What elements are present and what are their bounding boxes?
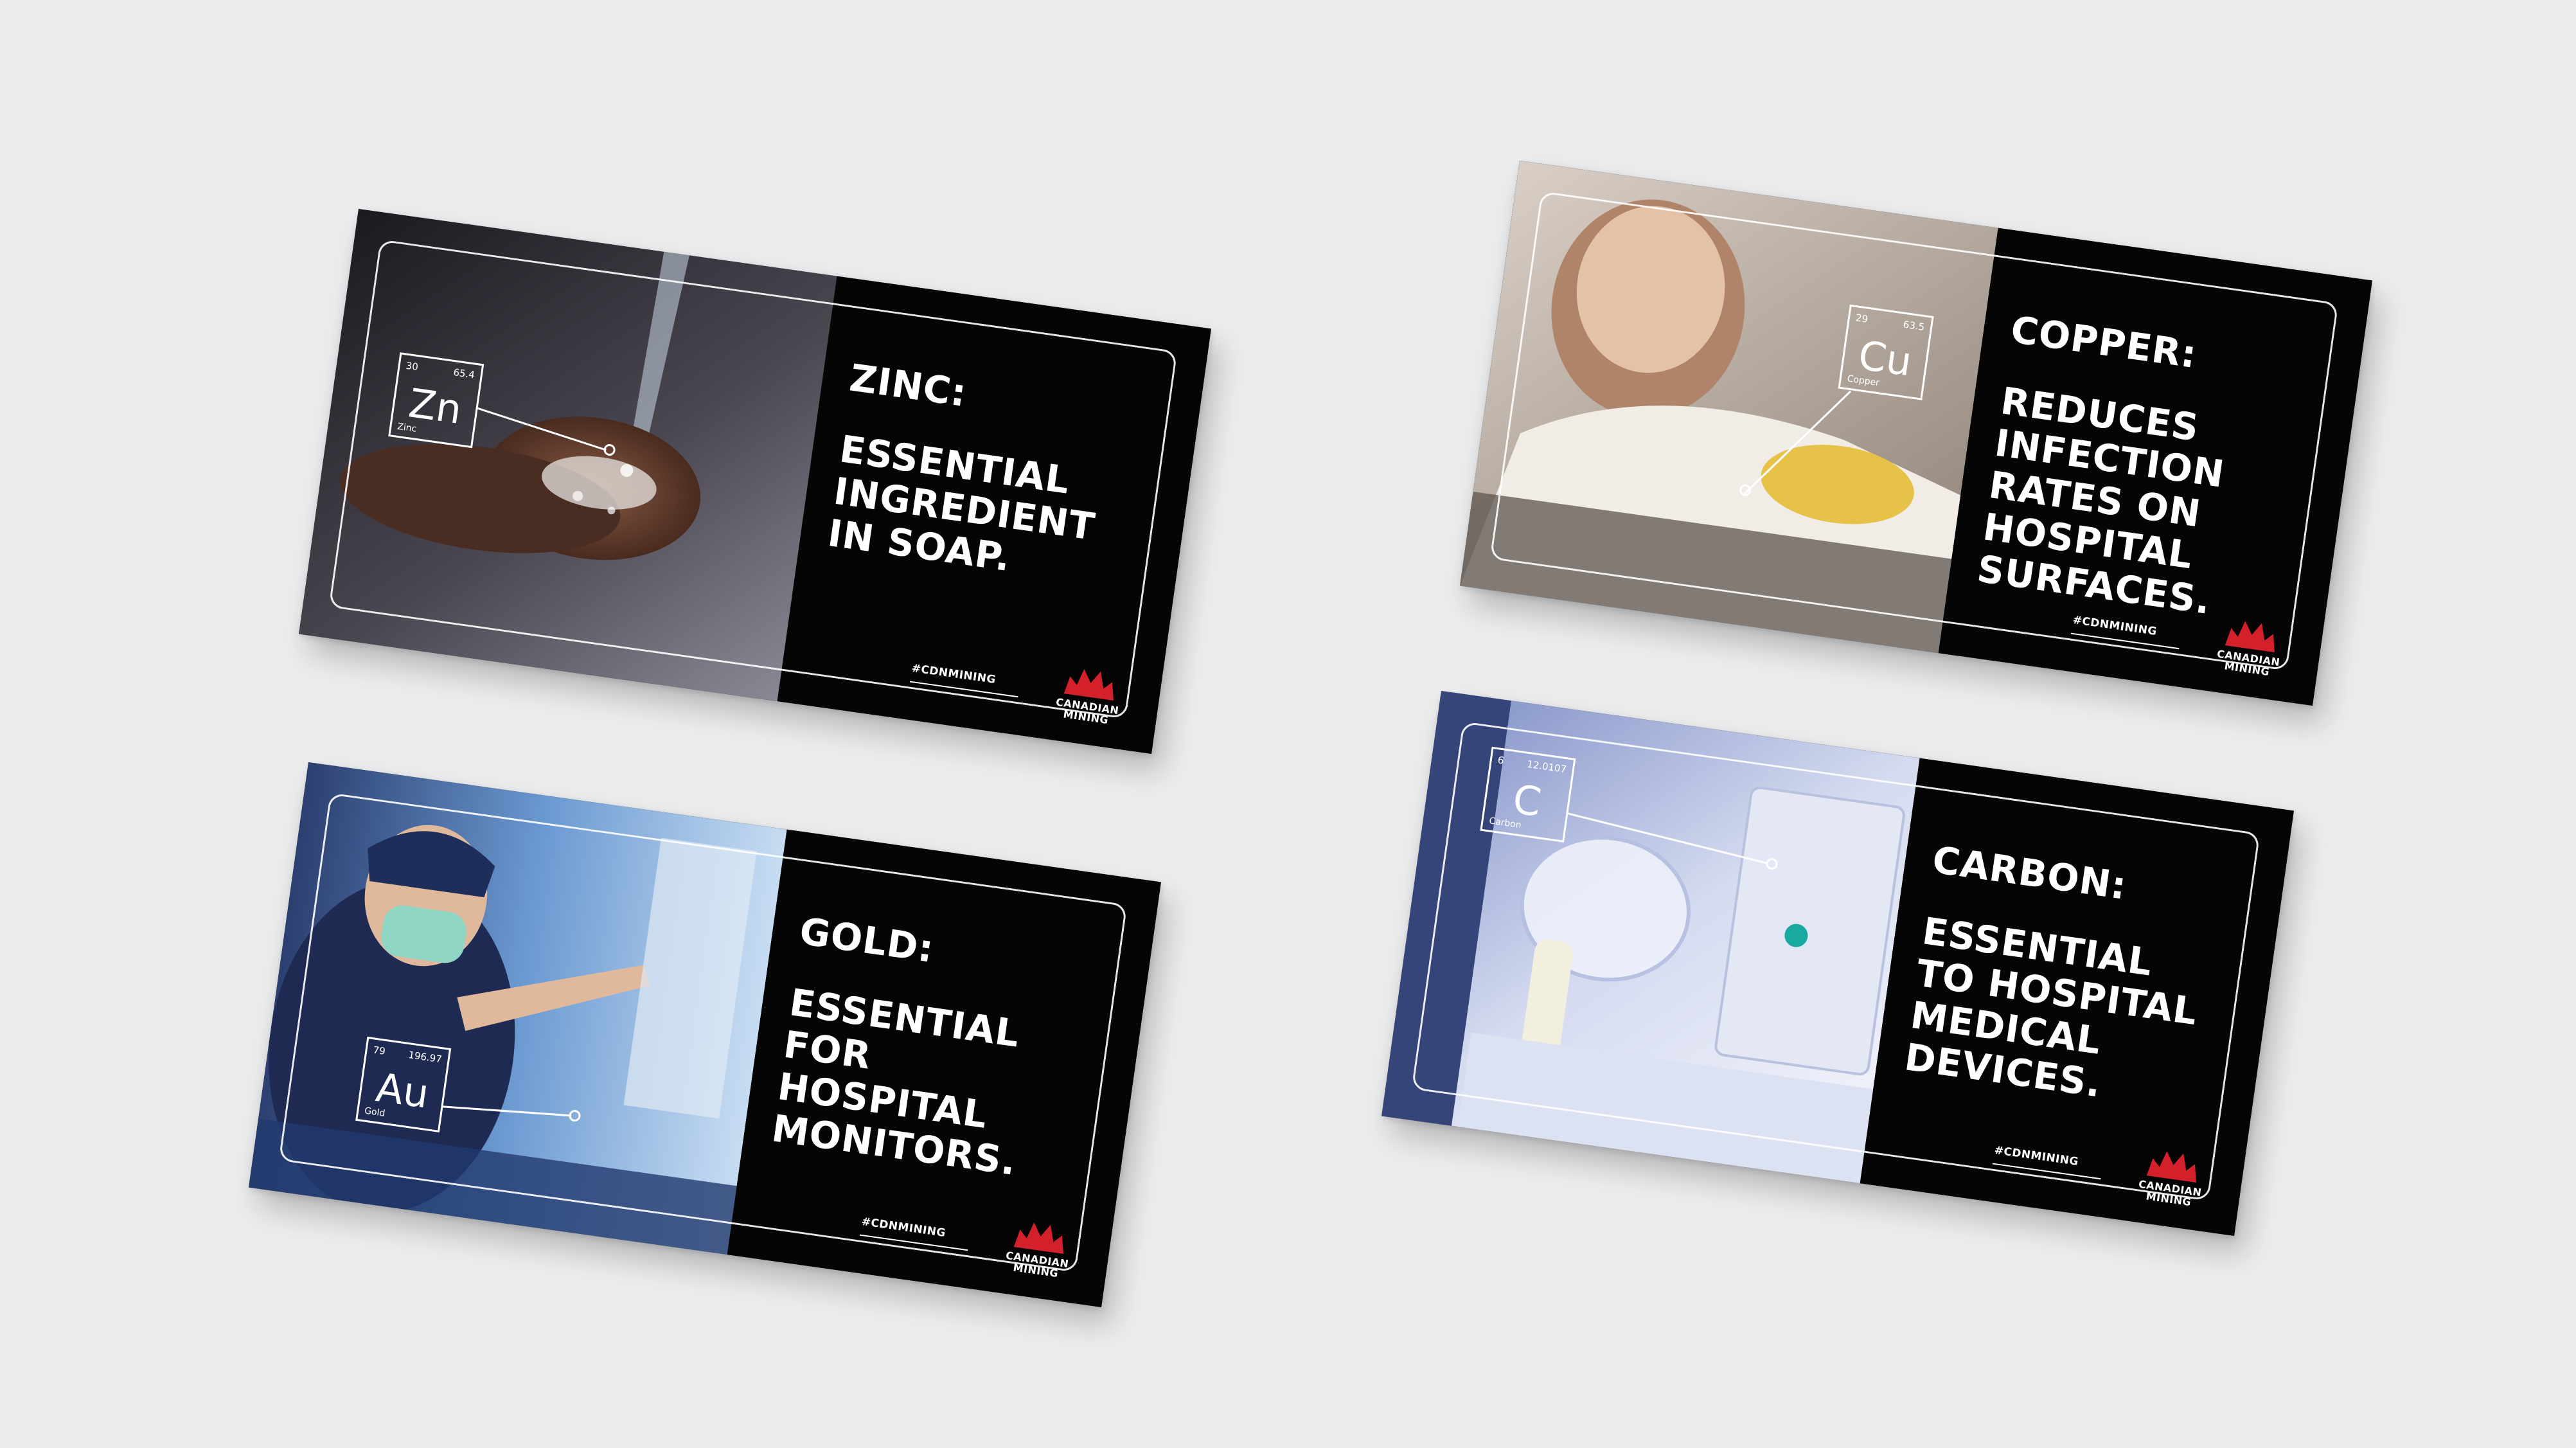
text-panel: CARBON: ESSENTIAL TO HOSPITAL MEDICAL DE…	[1860, 758, 2294, 1236]
photo-woman-cleaning: 29 63.5 Cu Copper	[1460, 161, 1998, 654]
headline-body: REDUCES INFECTION RATES ON HOSPITAL SURF…	[1974, 379, 2228, 623]
canadian-mining-logo: CANADIAN MINING	[2133, 1142, 2210, 1209]
photo-hands-soap: 30 65.4 Zn Zinc	[299, 209, 837, 702]
ad-card-copper: 29 63.5 Cu Copper COPPER: REDUCES INFECT…	[1460, 161, 2372, 706]
ad-card-carbon: 6 12.0107 C Carbon CARBON: ESSENTIAL TO …	[1381, 691, 2294, 1236]
text-panel: COPPER: REDUCES INFECTION RATES ON HOSPI…	[1938, 228, 2372, 706]
headline-body: ESSENTIAL TO HOSPITAL MEDICAL DEVICES.	[1902, 909, 2201, 1106]
element-tile: 79 196.97 Au Gold	[355, 1036, 452, 1132]
element-name: Gold	[364, 1105, 386, 1119]
canadian-mining-logo: CANADIAN MINING	[1050, 660, 1128, 727]
headline-element: GOLD:	[797, 909, 937, 971]
divider	[2070, 632, 2180, 650]
ad-card-gold: 79 196.97 Au Gold GOLD: ESSENTIAL FOR HO…	[249, 762, 1161, 1307]
divider	[1992, 1163, 2101, 1180]
canadian-mining-logo: CANADIAN MINING	[2211, 612, 2289, 679]
maple-crown-icon	[2146, 1151, 2196, 1183]
headline-element: COPPER:	[2008, 307, 2200, 377]
element-name: Zinc	[396, 421, 418, 434]
headline: COPPER: REDUCES INFECTION RATES ON HOSPI…	[1974, 307, 2313, 631]
maple-crown-icon	[1013, 1222, 1063, 1254]
atomic-mass: 196.97	[407, 1049, 443, 1066]
element-tile: 30 65.4 Zn Zinc	[388, 352, 484, 449]
atomic-number: 79	[372, 1044, 386, 1057]
atomic-mass: 12.0107	[1526, 758, 1568, 776]
atomic-number: 6	[1497, 754, 1505, 767]
headline-body: ESSENTIAL INGREDIENT IN SOAP.	[825, 427, 1098, 580]
headline-body: ESSENTIAL FOR HOSPITAL MONITORS.	[769, 980, 1023, 1184]
photo-scene	[1460, 161, 1998, 654]
photo-scene	[299, 209, 837, 702]
ad-card-zinc: 30 65.4 Zn Zinc ZINC: ESSENTIAL INGREDIE…	[299, 209, 1211, 754]
canadian-mining-logo: CANADIAN MINING	[1000, 1213, 1078, 1280]
headline-element: ZINC:	[847, 355, 970, 416]
text-panel: ZINC: ESSENTIAL INGREDIENT IN SOAP. #CDN…	[777, 276, 1211, 754]
atomic-mass: 65.4	[452, 366, 476, 381]
divider	[859, 1234, 968, 1251]
photo-surgeon-monitor: 79 196.97 Au Gold	[249, 762, 787, 1255]
photo-scene	[249, 762, 787, 1255]
element-tile: 29 63.5 Cu Copper	[1838, 304, 1934, 400]
maple-crown-icon	[1063, 669, 1114, 701]
divider	[909, 681, 1018, 698]
headline-element: CARBON:	[1930, 837, 2130, 909]
atomic-mass: 63.5	[1902, 318, 1926, 334]
photo-medical-device: 6 12.0107 C Carbon	[1381, 691, 1920, 1184]
atomic-number: 30	[405, 359, 419, 373]
headline: GOLD: ESSENTIAL FOR HOSPITAL MONITORS.	[769, 909, 1102, 1191]
headline: ZINC: ESSENTIAL INGREDIENT IN SOAP.	[825, 355, 1152, 595]
text-panel: GOLD: ESSENTIAL FOR HOSPITAL MONITORS. #…	[727, 829, 1161, 1307]
atomic-number: 29	[1854, 312, 1869, 325]
maple-crown-icon	[2225, 621, 2275, 652]
photo-scene	[1381, 691, 1920, 1184]
headline: CARBON: ESSENTIAL TO HOSPITAL MEDICAL DE…	[1902, 837, 2235, 1120]
element-tile: 6 12.0107 C Carbon	[1480, 746, 1576, 843]
